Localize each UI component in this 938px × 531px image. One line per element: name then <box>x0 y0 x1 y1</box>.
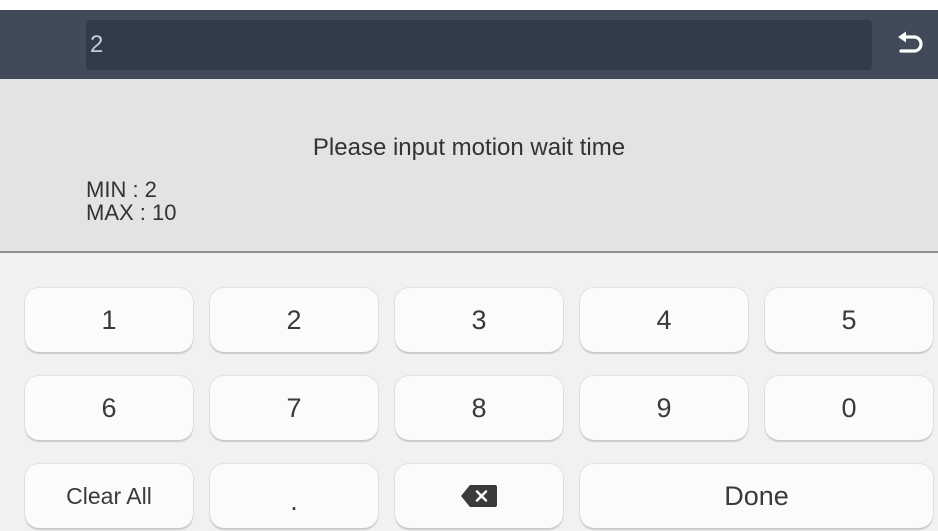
top-bar: 2 <box>0 0 938 79</box>
key-8[interactable]: 8 <box>395 376 563 440</box>
key-3[interactable]: 3 <box>395 288 563 352</box>
undo-arrow-icon <box>898 31 923 53</box>
max-label: MAX : 10 <box>86 200 177 225</box>
prompt-area: Please input motion wait time MIN : 2 MA… <box>0 79 938 251</box>
min-label: MIN : 2 <box>86 177 157 202</box>
key-1[interactable]: 1 <box>25 288 193 352</box>
backspace-button[interactable] <box>395 464 563 528</box>
done-button[interactable]: Done <box>580 464 933 528</box>
back-button[interactable] <box>893 30 927 60</box>
prompt-text: Please input motion wait time <box>312 134 626 161</box>
top-edge <box>0 0 938 10</box>
value-input[interactable]: 2 <box>86 20 872 70</box>
key-dot[interactable]: . <box>210 464 378 528</box>
range-info: MIN : 2 MAX : 10 <box>86 178 176 224</box>
key-2[interactable]: 2 <box>210 288 378 352</box>
clear-all-button[interactable]: Clear All <box>25 464 193 528</box>
key-0[interactable]: 0 <box>765 376 933 440</box>
key-9[interactable]: 9 <box>580 376 748 440</box>
key-6[interactable]: 6 <box>25 376 193 440</box>
key-5[interactable]: 5 <box>765 288 933 352</box>
key-4[interactable]: 4 <box>580 288 748 352</box>
keypad: 1 2 3 4 5 6 7 8 9 0 Clear All . Done <box>0 253 938 531</box>
backspace-icon <box>461 485 497 507</box>
key-7[interactable]: 7 <box>210 376 378 440</box>
